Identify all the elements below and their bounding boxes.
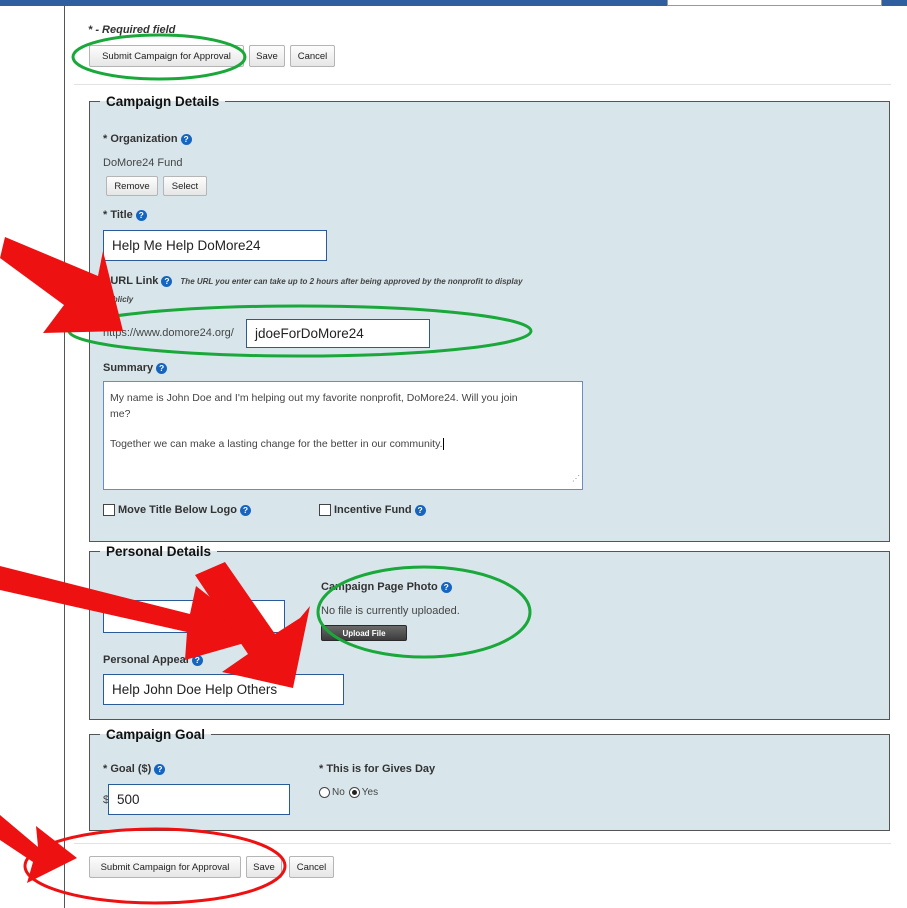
url-note-continued: publicly: [103, 295, 134, 304]
campaign-photo-label: Campaign Page Photo ?: [321, 581, 452, 593]
resize-grip-icon[interactable]: ⋰: [572, 471, 580, 487]
incentive-fund-checkbox[interactable]: [319, 504, 331, 516]
url-note: The URL you enter can take up to 2 hours…: [180, 276, 523, 286]
personal-appeal-input[interactable]: Help John Doe Help Others: [103, 674, 344, 705]
page-left-border: [64, 6, 65, 908]
cancel-button-bottom[interactable]: Cancel: [289, 856, 334, 878]
gives-day-label: * This is for Gives Day: [319, 763, 436, 775]
gives-day-radio-group: No Yes: [319, 787, 378, 798]
organization-label: * Organization ?: [103, 133, 192, 145]
help-icon[interactable]: ?: [156, 362, 168, 374]
remove-organization-button[interactable]: Remove: [106, 176, 158, 196]
personal-details-legend: Personal Details: [106, 544, 212, 559]
title-label: * Title ?: [103, 209, 147, 221]
save-button-bottom[interactable]: Save: [246, 856, 282, 878]
help-icon[interactable]: ?: [180, 133, 192, 145]
url-prefix: https://www.domore24.org/: [103, 327, 234, 339]
personal-details-input[interactable]: [103, 600, 285, 633]
campaign-goal-section: Campaign Goal: [89, 727, 890, 831]
summary-line: Together we can make a lasting change fo…: [110, 438, 445, 451]
campaign-goal-legend: Campaign Goal: [106, 727, 206, 742]
help-icon[interactable]: ?: [239, 504, 251, 516]
incentive-fund-option: Incentive Fund ?: [319, 504, 426, 516]
goal-label: * Goal ($) ?: [103, 763, 166, 775]
photo-status: No file is currently uploaded.: [321, 605, 460, 617]
help-icon[interactable]: ?: [161, 275, 173, 287]
text-cursor: [443, 438, 445, 451]
gives-day-no-radio[interactable]: [319, 787, 330, 798]
move-title-checkbox[interactable]: [103, 504, 115, 516]
help-icon[interactable]: ?: [154, 763, 166, 775]
help-icon[interactable]: ?: [135, 209, 147, 221]
move-title-option: Move Title Below Logo ?: [103, 504, 251, 516]
summary-label: Summary ?: [103, 362, 168, 374]
help-icon[interactable]: ?: [440, 581, 452, 593]
help-icon[interactable]: ?: [414, 504, 426, 516]
goal-input[interactable]: 500: [108, 784, 290, 815]
select-organization-button[interactable]: Select: [163, 176, 207, 196]
summary-line: me?: [110, 408, 131, 420]
summary-line: My name is John Doe and I'm helping out …: [110, 392, 518, 404]
url-link-label: * URL Link ? The URL you enter can take …: [103, 275, 523, 287]
help-icon[interactable]: ?: [191, 654, 203, 666]
header-search-input[interactable]: [667, 0, 882, 6]
url-link-input[interactable]: jdoeForDoMore24: [246, 319, 430, 348]
divider: [74, 84, 891, 85]
gives-day-yes-radio[interactable]: [348, 787, 360, 798]
title-input[interactable]: Help Me Help DoMore24: [103, 230, 327, 261]
submit-campaign-button-bottom[interactable]: Submit Campaign for Approval: [89, 856, 241, 878]
summary-textarea[interactable]: My name is John Doe and I'm helping out …: [103, 381, 583, 490]
submit-campaign-button-top[interactable]: Submit Campaign for Approval: [89, 45, 244, 67]
save-button-top[interactable]: Save: [249, 45, 285, 67]
required-field-note: * - Required field: [88, 24, 176, 36]
upload-file-button[interactable]: Upload File: [321, 625, 407, 641]
organization-value: DoMore24 Fund: [103, 157, 183, 169]
divider: [74, 843, 891, 844]
red-arrow-bottom-submit: [0, 815, 77, 883]
cancel-button-top[interactable]: Cancel: [290, 45, 335, 67]
personal-appeal-label: Personal Appeal ?: [103, 654, 203, 666]
campaign-details-legend: Campaign Details: [106, 94, 220, 109]
